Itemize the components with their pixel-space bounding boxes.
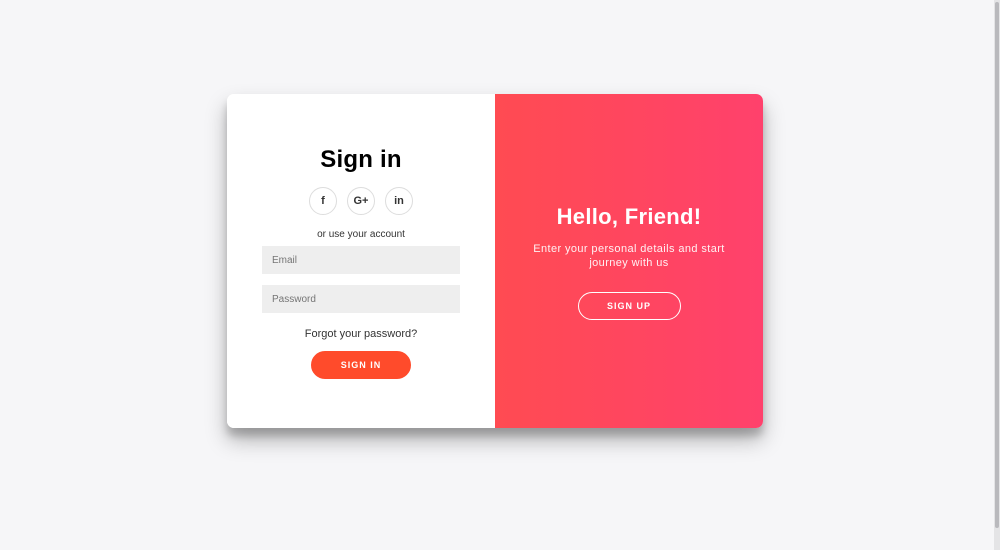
sign-in-panel: Sign in f G+ in or use your account Forg… — [227, 94, 495, 428]
linkedin-button[interactable]: in — [385, 187, 413, 215]
password-field[interactable] — [262, 285, 460, 313]
sign-in-button[interactable]: SIGN IN — [311, 351, 411, 379]
social-buttons: f G+ in — [309, 187, 413, 215]
page: Sign in f G+ in or use your account Forg… — [0, 0, 1000, 550]
overlay-panel: Hello, Friend! Enter your personal detai… — [495, 94, 763, 428]
google-plus-button[interactable]: G+ — [347, 187, 375, 215]
scrollbar-thumb[interactable] — [995, 2, 999, 528]
overlay-title: Hello, Friend! — [556, 204, 702, 229]
google-plus-icon: G+ — [353, 195, 369, 207]
facebook-icon: f — [321, 195, 325, 207]
facebook-button[interactable]: f — [309, 187, 337, 215]
alt-sign-in-text: or use your account — [317, 229, 405, 240]
scrollbar[interactable] — [994, 0, 1000, 550]
overlay-description: Enter your personal details and start jo… — [533, 243, 725, 269]
forgot-password-link[interactable]: Forgot your password? — [305, 328, 418, 341]
sign-up-button[interactable]: SIGN UP — [577, 292, 681, 320]
email-field[interactable] — [262, 246, 460, 274]
linkedin-icon: in — [394, 195, 404, 207]
auth-card: Sign in f G+ in or use your account Forg… — [227, 94, 763, 428]
sign-in-title: Sign in — [320, 146, 402, 173]
